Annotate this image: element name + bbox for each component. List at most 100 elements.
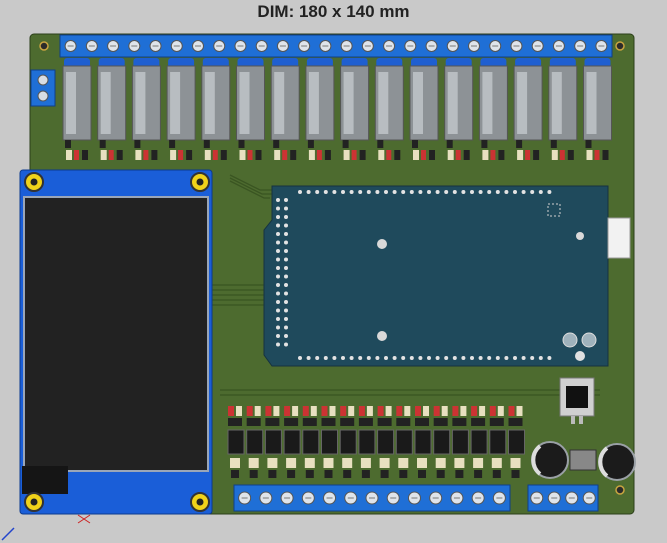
header-pin [392, 356, 397, 360]
driver-smd-part [454, 458, 465, 468]
driver-ic [470, 429, 488, 455]
header-pin [284, 266, 288, 270]
relay-label [274, 72, 285, 134]
relay-smd-part [481, 140, 488, 148]
relay-label [135, 72, 146, 134]
driver-smd-part [287, 470, 296, 478]
top-terminal-strip [59, 34, 613, 58]
driver-smd-part [404, 406, 411, 416]
header-pin [276, 317, 280, 321]
relay-label [308, 72, 319, 134]
driver-ic [377, 429, 395, 455]
header-pin [530, 356, 535, 360]
relay-label [586, 72, 597, 134]
relay-smd-part [567, 150, 574, 160]
driver-smd-part [358, 418, 373, 426]
driver-smd-part [471, 418, 486, 426]
header-pin [375, 190, 380, 194]
driver-smd-part [310, 406, 317, 416]
axis-indicator-icon [1, 514, 91, 541]
relay-smd-part [82, 150, 88, 160]
header-pin [284, 300, 288, 304]
header-pin [478, 356, 483, 360]
relay-smd-part [377, 140, 384, 148]
driver-smd-part [342, 458, 353, 468]
header-pin [298, 356, 302, 360]
header-pin [504, 356, 509, 360]
header-pin [452, 190, 457, 194]
driver-smd-part [230, 458, 240, 468]
driver-smd-part [436, 470, 445, 478]
driver-smd-part [366, 406, 373, 416]
relay-smd-part [585, 140, 592, 148]
relay-smd-part [342, 140, 349, 148]
header-pin [435, 190, 440, 194]
relay-smd-part [316, 150, 322, 160]
relay-label [204, 72, 215, 134]
driver-smd-part [305, 470, 314, 478]
header-pin [284, 291, 288, 296]
header-pin [276, 223, 280, 228]
driver-smd-part [340, 406, 347, 416]
header-pin [276, 308, 280, 313]
relay-smd-part [178, 150, 184, 160]
header-pin [284, 257, 288, 262]
driver-smd-part [348, 406, 355, 416]
relay-smd-part [99, 140, 106, 148]
driver-smd-part [358, 406, 365, 416]
header-pin [401, 190, 406, 194]
relay-smd-part [74, 150, 79, 160]
header-pin [298, 190, 302, 194]
driver-smd-part [284, 418, 299, 426]
relay-smd-part [108, 150, 114, 160]
driver-smd-part [329, 406, 336, 416]
driver-smd-part [304, 458, 315, 468]
relay-smd-part [482, 150, 489, 160]
driver-smd-part [415, 418, 429, 426]
header-pin [435, 356, 440, 360]
driver-smd-part [377, 406, 384, 416]
driver-smd-part [435, 458, 446, 468]
driver-ic [451, 429, 469, 455]
driver-smd-part [323, 458, 334, 468]
driver-smd-part [452, 406, 459, 416]
relay-label [517, 72, 528, 134]
header-pin [276, 249, 280, 253]
relay-smd-part [343, 150, 350, 160]
terminal-block [59, 34, 613, 58]
driver-smd-part [474, 470, 483, 478]
relay-smd-part [351, 150, 357, 160]
driver-smd-part [324, 470, 333, 478]
relay-smd-part [116, 150, 123, 160]
driver-smd-part [292, 406, 299, 416]
relay-smd-part [186, 150, 193, 160]
driver-ic [339, 429, 357, 455]
driver-smd-part [423, 406, 429, 416]
relay-smd-part [386, 150, 392, 160]
header-pin [495, 356, 500, 360]
relay-smd-part [247, 150, 253, 160]
relay-smd-part [517, 150, 524, 160]
header-pin [276, 274, 280, 279]
driver-smd-part [489, 418, 504, 426]
header-pin [284, 240, 288, 245]
driver-ic [395, 429, 413, 455]
header-pin [341, 356, 345, 360]
header-pin [276, 257, 280, 262]
relay-smd-part [533, 150, 540, 160]
mount-hole-icon [615, 485, 625, 495]
header-pin [276, 334, 280, 338]
header-pin [284, 232, 288, 236]
driver-smd-part [246, 406, 253, 416]
relay-smd-part [273, 140, 280, 148]
header-pin [358, 356, 363, 360]
driver-smd-part [479, 406, 486, 416]
relay-smd-part [498, 150, 505, 160]
driver-smd-part [321, 406, 328, 416]
header-pin [276, 206, 280, 211]
header-pin [284, 206, 288, 211]
header-pin [470, 190, 474, 194]
relay-smd-part [135, 150, 142, 160]
header-pin [276, 291, 280, 296]
header-pin [315, 190, 320, 194]
